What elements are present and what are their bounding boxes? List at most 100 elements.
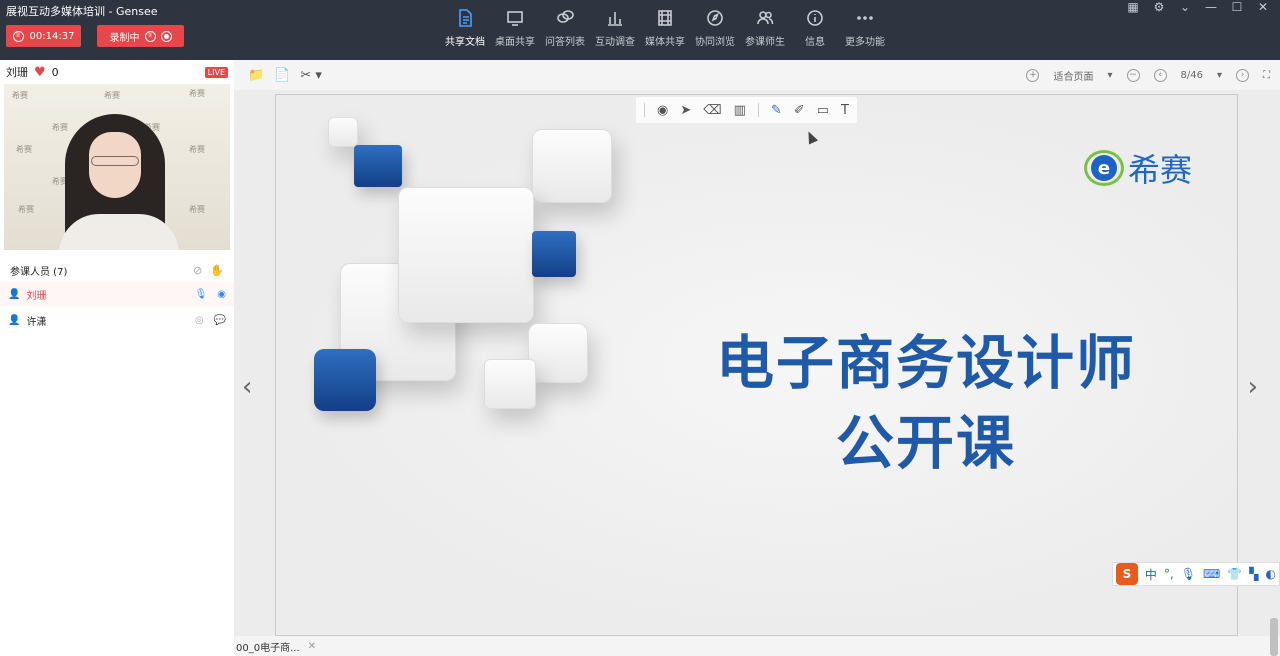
- open-folder-icon[interactable]: 📁: [248, 68, 264, 83]
- next-page-icon[interactable]: ›: [1236, 68, 1249, 82]
- close-icon[interactable]: ✕: [1254, 0, 1272, 14]
- prev-page-icon[interactable]: ‹: [1153, 68, 1167, 82]
- nav-info[interactable]: 信息: [790, 8, 840, 48]
- monitor-icon: [505, 8, 525, 28]
- chat-icon[interactable]: 💬: [214, 315, 226, 326]
- nav-more[interactable]: 更多功能: [840, 8, 890, 48]
- compass-icon: [705, 8, 725, 28]
- prev-slide-arrow-icon[interactable]: ‹: [242, 372, 252, 402]
- recording-button[interactable]: 录制中 II: [97, 25, 184, 47]
- nav-participants[interactable]: 参课师生: [740, 8, 790, 48]
- highlighter-icon[interactable]: ✐: [794, 103, 805, 118]
- host-video[interactable]: 希赛 希赛 希赛 希赛 希赛 希赛 希赛 希赛 希赛 希赛 希赛: [4, 84, 230, 250]
- document-toolbar: 📁 📄 ✂ ▾ + 适合页面 ▾ − ‹ 8/46 ▾ › ⛶: [234, 60, 1280, 90]
- text-tool-icon[interactable]: T: [841, 103, 849, 118]
- keyboard-icon[interactable]: ⌨: [1203, 567, 1220, 581]
- pause-icon: II: [12, 30, 24, 42]
- minimize-icon[interactable]: —: [1202, 0, 1220, 14]
- pointer-icon[interactable]: ➤: [680, 103, 691, 118]
- camera-off-icon[interactable]: ◎: [195, 315, 204, 326]
- maximize-icon[interactable]: ☐: [1228, 0, 1246, 14]
- eraser-icon[interactable]: ⌫: [703, 103, 721, 118]
- bar-chart-icon: [605, 8, 625, 28]
- pause-live-button[interactable]: II 00:14:37: [6, 25, 81, 47]
- participants-header: 参课人员 (7) ⊘ ✋: [10, 263, 224, 278]
- decor-square: [398, 187, 534, 323]
- decor-square: [354, 145, 402, 187]
- participant-row[interactable]: 👤 刘珊 🎙 ◉: [0, 282, 234, 306]
- watermark: 希赛: [16, 145, 32, 154]
- stop-recording-icon[interactable]: [160, 30, 172, 42]
- heart-icon[interactable]: ♥: [34, 65, 46, 80]
- participant-row[interactable]: 👤 许潇 ◎ 💬: [0, 308, 234, 332]
- like-count: 0: [51, 65, 59, 79]
- nav-co-browse[interactable]: 协同浏览: [690, 8, 740, 48]
- app-title: 展视互动多媒体培训 - Gensee: [6, 5, 158, 18]
- presenter-user-icon: 👤: [8, 288, 21, 300]
- scissors-icon[interactable]: ✂ ▾: [300, 68, 322, 83]
- fullscreen-icon[interactable]: ⛶: [1263, 70, 1270, 81]
- punctuation-icon[interactable]: °,: [1164, 567, 1174, 581]
- page-indicator[interactable]: 8/46: [1181, 70, 1203, 81]
- layout-icon[interactable]: ▦: [1124, 0, 1142, 14]
- nav-survey[interactable]: 互动调查: [590, 8, 640, 48]
- close-tab-icon[interactable]: ✕: [308, 641, 316, 652]
- xisai-logo: e 希赛: [1084, 145, 1192, 191]
- zoom-out-icon[interactable]: −: [1126, 68, 1140, 82]
- new-document-icon[interactable]: 📄: [274, 68, 290, 83]
- decor-square: [314, 349, 376, 411]
- presenter-figure: [59, 114, 179, 250]
- user-icon: 👤: [8, 314, 21, 326]
- decor-square: [532, 129, 612, 203]
- sogou-logo-icon[interactable]: S: [1116, 563, 1138, 585]
- pause-recording-icon[interactable]: II: [144, 30, 156, 42]
- nav-share-document[interactable]: 共享文档: [440, 8, 490, 48]
- nav-media-share[interactable]: 媒体共享: [640, 8, 690, 48]
- host-name: 刘珊: [6, 66, 28, 79]
- slide-title: 电子商务设计师 公开课: [715, 329, 1136, 477]
- voice-input-icon[interactable]: 🎙: [1181, 567, 1196, 581]
- decor-square: [484, 359, 536, 409]
- settings-gear-icon[interactable]: ⚙: [1150, 0, 1168, 14]
- page-dropdown-icon[interactable]: ▾: [1217, 70, 1222, 81]
- recording-label: 录制中: [109, 32, 140, 44]
- document-tab-bar: 00_0电子商... ✕: [234, 636, 1280, 656]
- left-panel: 刘珊 ♥ 0 LIVE 希赛 希赛 希赛 希赛 希赛 希赛 希赛 希赛 希赛 希…: [0, 60, 234, 656]
- camera-icon[interactable]: ◉: [217, 289, 226, 300]
- clear-all-icon[interactable]: ▥: [734, 103, 746, 118]
- document-icon: [455, 8, 475, 28]
- zoom-dropdown-icon[interactable]: ▾: [1107, 70, 1112, 81]
- mute-all-icon[interactable]: ⊘: [193, 264, 202, 277]
- film-icon: [655, 8, 675, 28]
- watermark: 希赛: [12, 91, 28, 100]
- microphone-icon[interactable]: 🎙: [195, 289, 208, 300]
- chevron-down-icon[interactable]: ⌄: [1176, 0, 1194, 14]
- watermark: 希赛: [189, 89, 205, 98]
- more-dots-icon: [855, 8, 875, 28]
- zoom-select[interactable]: 适合页面: [1053, 68, 1093, 83]
- watermark: 希赛: [104, 91, 120, 100]
- nav-desktop-share[interactable]: 桌面共享: [490, 8, 540, 48]
- logo-mark-icon: e: [1084, 150, 1124, 186]
- info-icon: [805, 8, 825, 28]
- next-slide-arrow-icon[interactable]: ›: [1248, 372, 1258, 402]
- record-point-icon[interactable]: ◉: [657, 103, 668, 118]
- decor-square: [328, 117, 358, 147]
- rectangle-icon[interactable]: ▭: [817, 103, 829, 118]
- toolbox-icon[interactable]: ▚: [1249, 567, 1258, 581]
- pen-icon[interactable]: ✎: [771, 103, 782, 118]
- scrollbar[interactable]: [1270, 618, 1278, 656]
- nav-qa-list[interactable]: 问答列表: [540, 8, 590, 48]
- decor-square: [528, 323, 588, 383]
- decor-square: [532, 231, 576, 277]
- watermark: 希赛: [189, 145, 205, 154]
- host-bar: 刘珊 ♥ 0 LIVE: [0, 60, 234, 84]
- zoom-in-icon[interactable]: +: [1026, 68, 1040, 82]
- drawing-toolbar: ◉ ➤ ⌫ ▥ ✎ ✐ ▭ T: [636, 97, 857, 123]
- main-nav: 共享文档 桌面共享 问答列表 互动调查 媒体共享 协同浏览 参课师生 信息 更多…: [440, 8, 890, 48]
- document-tab[interactable]: 00_0电子商...: [236, 639, 300, 654]
- skin-shirt-icon[interactable]: 👕: [1227, 567, 1242, 581]
- raise-hand-icon[interactable]: ✋: [210, 264, 224, 277]
- ime-language[interactable]: 中: [1145, 566, 1157, 583]
- ime-more-icon[interactable]: ◐: [1266, 567, 1276, 581]
